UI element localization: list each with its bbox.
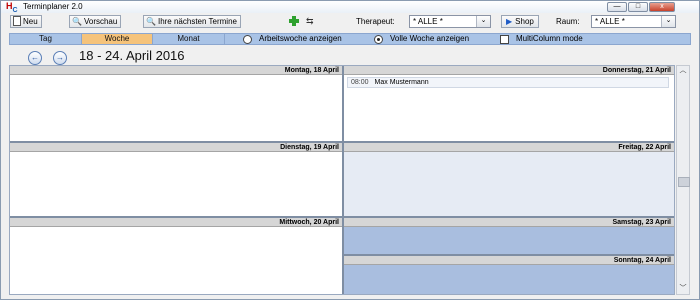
raum-select[interactable]: * ALLE * ⌄: [591, 15, 676, 28]
maximize-button[interactable]: □: [628, 2, 648, 12]
therapeut-select[interactable]: * ALLE * ⌄: [409, 15, 491, 28]
previous-week-button[interactable]: ←: [28, 51, 42, 65]
tab-monat[interactable]: Monat: [153, 34, 225, 44]
scrollbar-thumb[interactable]: [678, 177, 690, 187]
day-header-freitag: Freitag, 22 April: [344, 143, 674, 152]
next-week-button[interactable]: →: [53, 51, 67, 65]
raum-label: Raum:: [556, 17, 580, 26]
day-header-montag: Montag, 18 April: [10, 66, 342, 75]
appointment-time: 08:00: [351, 79, 369, 86]
toolbar: Neu 🔍 Vorschau 🔍 Ihre nächsten Termine ⇆ T…: [1, 14, 699, 31]
naechste-termine-button[interactable]: 🔍 Ihre nächsten Termine: [143, 15, 241, 28]
neu-button[interactable]: Neu: [10, 15, 42, 28]
search-icon: 🔍: [146, 17, 156, 26]
app-logo: HC: [6, 1, 18, 14]
tab-tag[interactable]: Tag: [10, 34, 82, 44]
day-slot-mittwoch[interactable]: [10, 227, 342, 294]
minimize-button[interactable]: —: [607, 2, 627, 12]
tab-woche[interactable]: Woche: [82, 34, 153, 44]
day-slot-samstag[interactable]: [344, 227, 674, 254]
arrow-left-icon: ←: [31, 53, 39, 62]
week-calendar: Montag, 18 April Dienstag, 19 April Mitt…: [9, 65, 675, 295]
new-document-icon: [13, 16, 21, 26]
volle-woche-radio[interactable]: [374, 35, 383, 44]
scroll-up-arrow-icon[interactable]: ︿: [677, 66, 689, 76]
volle-woche-label: Volle Woche anzeigen: [390, 34, 470, 43]
vorschau-button[interactable]: 🔍 Vorschau: [69, 15, 122, 28]
neu-label: Neu: [23, 17, 38, 26]
chevron-down-icon[interactable]: ⌄: [661, 16, 675, 27]
arbeitswoche-label: Arbeitswoche anzeigen: [259, 34, 342, 43]
window-title: Terminplaner 2.0: [23, 2, 83, 11]
arrow-right-icon: →: [56, 53, 64, 62]
therapeut-value: * ALLE *: [413, 17, 443, 26]
view-bar: Tag Woche Monat Arbeitswoche anzeigen Vo…: [9, 33, 691, 45]
vertical-scrollbar[interactable]: ︿ ﹀: [676, 65, 690, 295]
move-arrow-icon[interactable]: ⇆: [306, 16, 314, 27]
raum-value: * ALLE *: [595, 17, 625, 26]
appointment-name: Max Mustermann: [374, 79, 429, 86]
day-slot-dienstag[interactable]: [10, 152, 342, 216]
therapeut-label: Therapeut:: [356, 17, 395, 26]
multicolumn-checkbox[interactable]: [500, 35, 509, 44]
day-header-dienstag: Dienstag, 19 April: [10, 143, 342, 152]
preview-magnifier-icon: 🔍: [72, 17, 82, 26]
day-slot-sonntag[interactable]: [344, 265, 674, 294]
day-header-donnerstag: Donnerstag, 21 April: [344, 66, 674, 75]
day-slot-freitag[interactable]: [344, 152, 674, 216]
shop-button[interactable]: ▶ Shop: [501, 15, 539, 28]
day-slot-montag[interactable]: [10, 75, 342, 141]
day-header-mittwoch: Mittwoch, 20 April: [10, 218, 342, 227]
multicolumn-label: MultiColumn mode: [516, 34, 583, 43]
app-window: HC Terminplaner 2.0 — □ x Neu 🔍 Vorschau …: [0, 0, 700, 300]
day-header-samstag: Samstag, 23 April: [344, 218, 674, 227]
arbeitswoche-radio[interactable]: [243, 35, 252, 44]
add-icon[interactable]: [289, 16, 299, 26]
scroll-down-arrow-icon[interactable]: ﹀: [677, 284, 689, 294]
vorschau-label: Vorschau: [83, 17, 118, 26]
week-title: 18 - 24. April 2016: [79, 48, 185, 63]
shop-label: Shop: [515, 17, 534, 26]
day-header-sonntag: Sonntag, 24 April: [344, 256, 674, 265]
play-icon: ▶: [506, 17, 513, 26]
chevron-down-icon[interactable]: ⌄: [476, 16, 490, 27]
title-bar: HC Terminplaner 2.0 — □ x: [1, 1, 699, 14]
close-button[interactable]: x: [649, 2, 675, 12]
appointment-item[interactable]: 08:00 Max Mustermann: [347, 77, 669, 88]
naechste-termine-label: Ihre nächsten Termine: [157, 17, 237, 26]
